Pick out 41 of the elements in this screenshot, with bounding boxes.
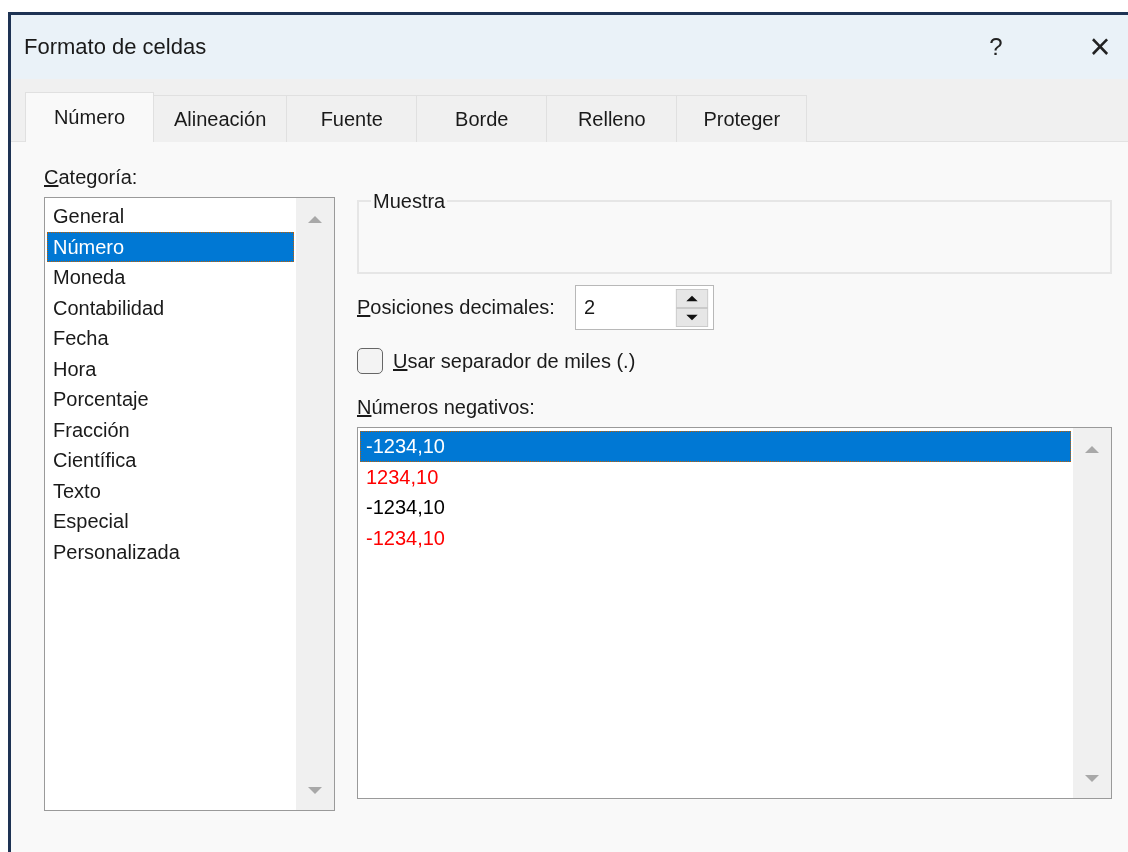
scroll-up-icon[interactable] <box>307 214 323 224</box>
window-title: Formato de celdas <box>24 34 208 60</box>
tab[interactable]: Borde <box>416 95 548 142</box>
format-option[interactable]: -1234,10 <box>360 522 1071 553</box>
category-item[interactable]: Texto <box>47 475 294 506</box>
help-button[interactable]: ? <box>984 33 1008 61</box>
category-label: Categoría: <box>44 166 138 189</box>
category-item[interactable]: Científica <box>47 445 294 476</box>
tab[interactable]: Fuente <box>286 95 418 142</box>
format-option[interactable]: -1234,10 <box>360 492 1071 523</box>
category-item[interactable]: Porcentaje <box>47 384 294 415</box>
tab[interactable]: Alineación <box>153 95 288 142</box>
negative-numbers-list[interactable]: -1234,10 1234,10 -1234,10 -1234,10 <box>357 427 1112 799</box>
tab[interactable]: Relleno <box>546 95 678 142</box>
category-item[interactable]: Fecha <box>47 323 294 354</box>
tab[interactable]: Proteger <box>676 95 808 142</box>
spin-up-icon[interactable] <box>674 288 709 308</box>
tab[interactable]: Número <box>25 92 154 142</box>
category-item[interactable]: Personalizada <box>47 536 294 567</box>
category-item[interactable]: Especial <box>47 506 294 537</box>
scroll-down-icon[interactable] <box>307 786 323 796</box>
checkbox[interactable] <box>357 348 383 374</box>
category-list[interactable]: General Número Moneda Contabilidad Fecha Hora Porcentaje Fracción Científica Texto Especial Personalizada <box>44 197 335 811</box>
category-item[interactable]: General <box>47 201 294 232</box>
decimal-places-label: Posiciones decimales: <box>357 296 555 319</box>
category-item[interactable]: Hora <box>47 353 294 384</box>
decimal-places-spinner[interactable]: 2 <box>574 285 714 330</box>
category-item[interactable]: Moneda <box>47 262 294 293</box>
scrollbar[interactable] <box>1073 428 1111 798</box>
format-option[interactable]: -1234,10 <box>360 431 1071 462</box>
category-item[interactable]: Contabilidad <box>47 292 294 323</box>
category-item[interactable]: Fracción <box>47 414 294 445</box>
close-button[interactable]: × <box>1082 29 1118 65</box>
negative-numbers-label: Números negativos: <box>357 396 535 419</box>
scroll-down-icon[interactable] <box>1084 774 1100 784</box>
spin-down-icon[interactable] <box>674 307 709 327</box>
checkbox-label: Usar separador de miles (.) <box>393 349 636 373</box>
category-item[interactable]: Número <box>47 231 294 262</box>
scroll-up-icon[interactable] <box>1084 444 1100 454</box>
format-option[interactable]: 1234,10 <box>360 461 1071 492</box>
scrollbar[interactable] <box>296 198 334 810</box>
